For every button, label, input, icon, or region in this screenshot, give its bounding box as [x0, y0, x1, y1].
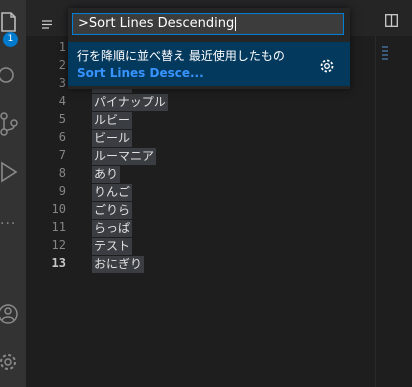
code-line[interactable]: ルーマニア	[92, 146, 168, 165]
code-line-text: あり	[92, 166, 121, 183]
line-number: 5	[58, 112, 66, 126]
code-line-text: ルーマニア	[92, 148, 157, 165]
minimap-line	[382, 58, 388, 60]
minimap[interactable]	[375, 36, 412, 387]
code-line-text: ごりら	[92, 202, 133, 219]
command-palette-input[interactable]: >Sort Lines Descending	[72, 13, 344, 35]
code-line-text: テスト	[92, 238, 133, 255]
code-line[interactable]: ルビー	[92, 110, 168, 129]
line-number: 4	[58, 94, 66, 108]
code-line[interactable]: ごりら	[92, 200, 168, 219]
source-control-icon[interactable]	[0, 112, 26, 136]
line-numbers: 1 2 3 4 5 6 7 8 9 10 11 12 13	[26, 38, 66, 272]
badge-count: 1	[3, 32, 18, 47]
code-line[interactable]: パイナップル	[92, 92, 168, 111]
line-number: 2	[58, 58, 66, 72]
code-line-text: ビール	[92, 130, 133, 147]
code-line[interactable]: テスト	[92, 236, 168, 255]
line-number: 1	[58, 40, 66, 54]
command-result-title: 行を降順に並べ替え 最近使用したもの	[77, 49, 285, 63]
code-line-text: ルビー	[92, 112, 133, 129]
code-line[interactable]: ビール	[92, 128, 168, 147]
settings-gear-icon[interactable]	[0, 350, 26, 374]
line-number: 11	[51, 220, 66, 234]
line-number: 8	[58, 166, 66, 180]
list-icon	[42, 14, 52, 33]
line-number: 9	[58, 184, 66, 198]
code-line[interactable]: りんご	[92, 182, 168, 201]
line-number: 10	[51, 202, 66, 216]
text-caret	[235, 16, 237, 31]
code-line-text: りんご	[92, 184, 133, 201]
line-number: 3	[58, 76, 66, 90]
command-result-detail: Sort Lines Desce...	[77, 66, 204, 80]
line-number: 6	[58, 130, 66, 144]
minimap-line	[382, 50, 388, 52]
code-line[interactable]: おにぎり	[92, 254, 168, 273]
line-number: 12	[51, 238, 66, 252]
activity-bar: 1 ...	[0, 0, 26, 387]
gear-icon[interactable]	[320, 58, 334, 77]
command-input-text: >Sort Lines Descending	[78, 16, 235, 31]
command-result-item[interactable]: 行を降順に並べ替え 最近使用したもの Sort Lines Desce...	[68, 42, 350, 86]
command-palette: >Sort Lines Descending 行を降順に並べ替え 最近使用したも…	[68, 8, 350, 89]
line-number: 13	[51, 256, 66, 270]
account-icon[interactable]	[0, 302, 26, 326]
files-icon[interactable]	[0, 10, 26, 34]
code-line-text: らっぱ	[92, 220, 133, 237]
code-line-text: おにぎり	[92, 256, 145, 273]
more-views-icon[interactable]: ...	[0, 212, 16, 228]
run-debug-icon[interactable]	[0, 160, 26, 184]
search-icon[interactable]	[0, 64, 26, 88]
minimap-line	[382, 46, 388, 48]
code-line-text: パイナップル	[92, 94, 168, 111]
code-line[interactable]: あり	[92, 164, 168, 183]
code-line[interactable]: らっぱ	[92, 218, 168, 237]
split-editor-icon[interactable]	[385, 12, 398, 31]
line-number: 7	[58, 148, 66, 162]
minimap-line	[382, 54, 388, 56]
